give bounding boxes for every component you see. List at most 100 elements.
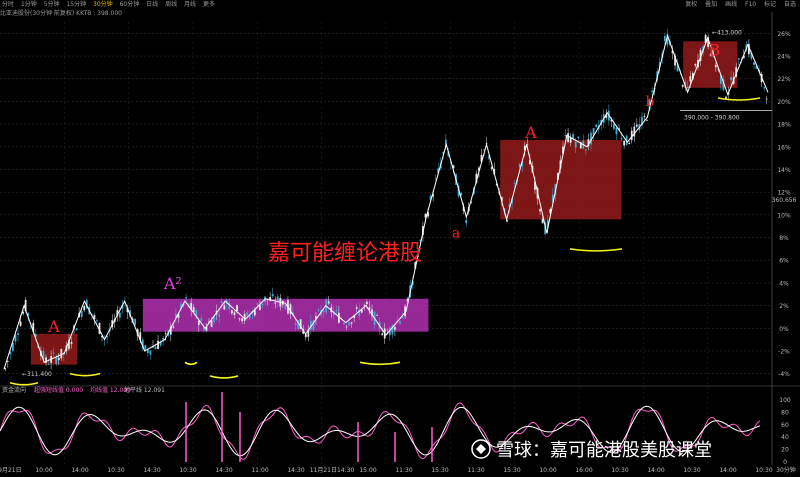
- y-tick-label: 2%: [779, 303, 789, 310]
- candle-body: [643, 116, 646, 118]
- candle-body: [210, 320, 213, 328]
- candle-body: [694, 63, 697, 66]
- candle-body: [284, 304, 287, 309]
- candle-body: [238, 318, 241, 320]
- candle-body: [154, 346, 157, 350]
- candle-body: [322, 310, 325, 313]
- candle-body: [350, 322, 353, 324]
- candle-body: [246, 312, 249, 316]
- candle-body: [574, 141, 577, 148]
- box-label-a3: A: [524, 123, 537, 142]
- candle-body: [271, 294, 274, 297]
- candle-body: [185, 297, 187, 299]
- candle-body: [394, 327, 396, 330]
- y-tick-label: 16%: [777, 144, 791, 151]
- x-tick-label: 10:30: [683, 467, 700, 474]
- candle-body: [47, 364, 50, 365]
- y-tick-label: -4%: [778, 371, 790, 378]
- candle-body: [730, 76, 732, 81]
- kline-chart[interactable]: 26% 24% 22% 20% 18% 16% 14% 12% 10% 8% 6% 4% 2% 0% -2%…: [0, 0, 800, 477]
- y-tick-label: 0%: [779, 326, 789, 333]
- indicator-tick-label: 40: [781, 434, 789, 441]
- candle-body: [686, 86, 689, 89]
- candle-body: [197, 321, 200, 326]
- x-tick-label: 10:30: [107, 467, 124, 474]
- x-tick-label: 15:00: [359, 467, 376, 474]
- indicator-right-label: 地平线 12.091: [124, 386, 165, 394]
- candle-body: [223, 305, 226, 310]
- candle-body: [146, 349, 149, 354]
- y-tick-label: 24%: [777, 54, 791, 61]
- y-tick-label: 4%: [779, 280, 789, 287]
- candle-body: [259, 305, 261, 311]
- candle-body: [83, 306, 86, 311]
- candle-body: [157, 340, 159, 349]
- center-box-2: [500, 139, 622, 220]
- candle-body: [60, 348, 63, 359]
- x-tick-label: 11:30: [467, 467, 484, 474]
- candle-body: [343, 322, 345, 325]
- candle-body: [327, 301, 330, 304]
- candle-body: [681, 85, 684, 87]
- candle-body: [465, 219, 468, 224]
- candle-body: [513, 183, 516, 184]
- candle-body: [261, 303, 264, 306]
- x-axis-period-label: 30分钟: [776, 466, 796, 474]
- indicator-tick-label: 80: [781, 409, 789, 416]
- y-tick-label: 6%: [779, 258, 789, 265]
- x-tick-label: 14:30: [287, 467, 304, 474]
- range-price-label: 390.000 - 390.800: [684, 115, 740, 122]
- candle-body: [348, 322, 350, 326]
- y-tick-label: 20%: [777, 99, 791, 106]
- x-tick-label: 10:30: [755, 467, 772, 474]
- candle-body: [689, 76, 692, 82]
- candle-body: [335, 309, 338, 312]
- candle-body: [70, 342, 73, 344]
- candle-body: [613, 123, 615, 129]
- annotation-a-lower: a: [452, 226, 460, 242]
- indicator-name: 资金流向: [2, 386, 26, 394]
- x-tick-label: 16:00: [575, 467, 592, 474]
- candle-body: [80, 310, 83, 317]
- y-tick-label: 8%: [779, 235, 789, 242]
- candle-body: [57, 357, 60, 361]
- candle-body: [218, 314, 221, 317]
- candle-body: [620, 138, 623, 140]
- high-price-label: ←413.000: [712, 29, 742, 36]
- indicator-tick-label: 0: [783, 459, 787, 466]
- chart-title-watermark: 嘉可能缠论港股: [268, 241, 422, 266]
- candle-body: [19, 321, 22, 326]
- candle-body: [233, 312, 236, 316]
- candle-body: [595, 124, 597, 127]
- candle-body: [52, 352, 55, 354]
- candle-body: [628, 143, 631, 145]
- candle-body: [355, 307, 358, 309]
- candle-body: [714, 64, 717, 68]
- candle-body: [737, 58, 740, 60]
- x-tick-label: 14:00: [647, 467, 664, 474]
- candle-body: [567, 133, 569, 142]
- candle-body: [241, 318, 244, 322]
- box-label-a2: A²: [163, 274, 182, 293]
- candle-body: [765, 98, 768, 100]
- x-tick-label: 10:00: [539, 467, 556, 474]
- candle-body: [75, 328, 78, 331]
- x-tick-label: 14:00: [719, 467, 736, 474]
- y-tick-label: 14%: [777, 167, 791, 174]
- candle-body: [294, 323, 297, 325]
- candle-body: [646, 120, 648, 122]
- x-tick-label: 10:30: [179, 467, 196, 474]
- candle-body: [615, 127, 618, 135]
- footer-watermark: 雪球：嘉可能港股美股课堂: [496, 440, 712, 461]
- candle-body: [231, 310, 233, 314]
- y-tick-label: -2%: [778, 348, 790, 355]
- candle-body: [96, 320, 98, 322]
- annotation-b-lower: b: [646, 94, 655, 110]
- candle-body: [663, 36, 666, 41]
- price-axis-label: 360.656: [772, 197, 797, 204]
- annotation-underline: [569, 248, 623, 252]
- candle-body: [635, 124, 638, 127]
- candle-body: [17, 333, 19, 335]
- y-tick-label: 26%: [777, 31, 791, 38]
- low-price-label: ←311.400: [22, 371, 52, 378]
